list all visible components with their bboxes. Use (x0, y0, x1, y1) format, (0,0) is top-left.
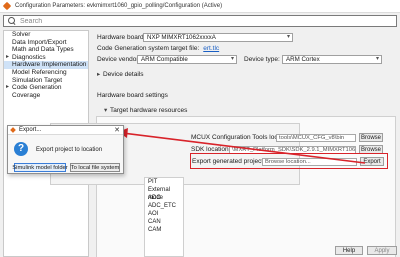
question-icon: ? (14, 142, 28, 156)
target-hw-resources-toggle[interactable]: ▾ Target hardware resources (104, 106, 188, 115)
help-label: Help (342, 247, 356, 254)
peripheral-list-item[interactable]: CAM (145, 226, 183, 234)
hardware-board-value: NXP MIMXRT1062xxxxA (147, 34, 216, 41)
sidebar-item-simulation-target[interactable]: Simulation Target (4, 77, 88, 85)
export-highlight-box (190, 153, 388, 169)
close-icon[interactable]: ✕ (114, 126, 120, 135)
mcux-browse-label: Browse (361, 134, 382, 141)
device-type-value: ARM Cortex (286, 56, 320, 63)
device-vendor-label: Device vendor: (97, 56, 141, 63)
device-type-dropdown[interactable]: ARM Cortex (282, 55, 382, 64)
peripheral-list-item[interactable]: CAN (145, 218, 183, 226)
peripheral-list-item[interactable]: AOI (145, 210, 183, 218)
help-button[interactable]: Help (335, 246, 363, 255)
window-title: Configuration Parameters: evkmimxrt1060_… (15, 3, 223, 9)
simulink-button-label: Simulink model folder (12, 164, 68, 171)
sdk-browse-label: Browse (361, 146, 382, 153)
target-hw-resources-label: Target hardware resources (110, 106, 188, 114)
search-icon (7, 16, 17, 26)
device-vendor-value: ARM Compatible (141, 56, 188, 63)
hardware-board-dropdown[interactable]: NXP MIMXRT1062xxxxA (143, 33, 293, 42)
dialog-message: Export project to location (36, 147, 103, 153)
hw-board-settings-heading: Hardware board settings (97, 92, 168, 99)
device-vendor-dropdown[interactable]: ARM Compatible (137, 55, 237, 64)
device-type-label: Device type: (244, 56, 280, 63)
simulink-model-folder-button[interactable]: Simulink model folder (12, 163, 68, 172)
codegen-target-link[interactable]: ert.tlc (203, 45, 219, 52)
peripheral-list: PIT External mode ADC ADC_ETC AOI CAN CAM (144, 177, 184, 257)
dialog-titlebar: Export... ✕ (8, 126, 123, 135)
sidebar-item-data-import-export[interactable]: Data Import/Export (4, 39, 88, 47)
dialog-title: Export... (19, 127, 42, 133)
apply-label: Apply (374, 247, 390, 254)
device-details-toggle[interactable]: ▸ Device details (97, 70, 144, 79)
window-titlebar: Configuration Parameters: evkmimxrt1060_… (0, 0, 400, 13)
sidebar-item-diagnostics[interactable]: Diagnostics (4, 54, 88, 62)
matlab-logo-icon (3, 2, 11, 10)
sidebar-item-hardware-implementation[interactable]: Hardware Implementation (4, 61, 88, 69)
peripheral-list-item[interactable]: ADC (145, 194, 183, 202)
sidebar-item-model-referencing[interactable]: Model Referencing (4, 69, 88, 77)
sidebar-item-math-and-data-types[interactable]: Math and Data Types (4, 46, 88, 54)
mcux-location-value: tools\MCUX_CFG_v8\bin (279, 134, 345, 141)
peripheral-list-item[interactable]: ADC_ETC (145, 202, 183, 210)
mcux-location-label: MCUX Configuration Tools location: (191, 134, 294, 141)
hardware-board-label: Hardware board: (97, 34, 146, 41)
apply-button[interactable]: Apply (367, 246, 397, 255)
mcux-browse-button[interactable]: Browse (359, 133, 383, 142)
sidebar-item-solver[interactable]: Solver (4, 31, 88, 39)
search-input[interactable] (20, 17, 380, 25)
codegen-target-label: Code Generation system target file: (97, 45, 200, 52)
sdk-location-value: \MXRT_Platform_SDK\SDK_2.9.1_MIMXRT106 (232, 146, 356, 153)
sidebar-item-code-generation[interactable]: Code Generation (4, 84, 88, 92)
search-box[interactable] (3, 15, 397, 27)
device-details-label: Device details (103, 70, 144, 78)
peripheral-list-item[interactable]: External mode (145, 186, 183, 201)
sidebar-item-coverage[interactable]: Coverage (4, 92, 88, 100)
sdk-location-label: SDK location: (191, 146, 231, 153)
local-file-system-button[interactable]: To local file system (70, 163, 120, 172)
peripheral-list-item[interactable]: PIT (145, 178, 183, 186)
matlab-logo-icon (10, 127, 16, 133)
mcux-location-field[interactable]: tools\MCUX_CFG_v8\bin (276, 133, 356, 142)
local-button-label: To local file system (70, 164, 120, 171)
export-dialog: Export... ✕ ? Export project to location… (7, 125, 124, 174)
